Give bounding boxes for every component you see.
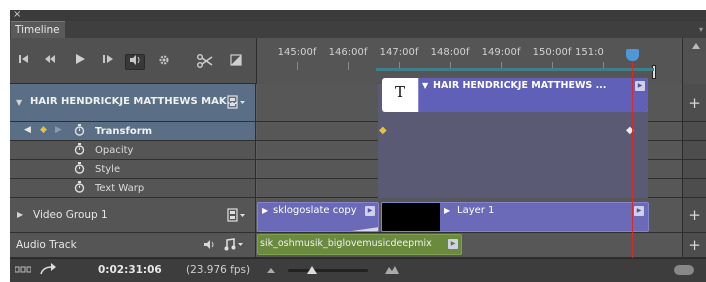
- property-label[interactable]: Opacity: [10, 141, 256, 159]
- work-area-bar[interactable]: [376, 68, 654, 71]
- zoom-slider-track[interactable]: [288, 269, 368, 272]
- panel-menu-icon[interactable]: ▾: [699, 25, 703, 34]
- zoom-in-icon[interactable]: [384, 263, 400, 278]
- status-bar: 0:02:31:06 (23.976 fps): [10, 258, 706, 282]
- stopwatch-icon[interactable]: [74, 124, 85, 139]
- expand-triangle-icon[interactable]: ▶: [262, 206, 268, 215]
- ruler-tick-label: 151:0: [575, 47, 604, 58]
- track-header[interactable]: ▶ Video Group 1: [10, 198, 256, 232]
- keyframe-diamond-icon[interactable]: ◆: [40, 125, 47, 135]
- stopwatch-icon[interactable]: [74, 181, 85, 196]
- row-gutter: [682, 179, 706, 197]
- frame-rate: (23.976 fps): [186, 264, 251, 276]
- split-at-playhead-scissors-icon[interactable]: [194, 54, 216, 70]
- ruler-tick-label: 150:00f: [532, 47, 572, 58]
- previous-frame-icon[interactable]: [40, 54, 60, 70]
- track-header[interactable]: ▼ HAIR HENDRICKJE MATTHEWS MAK...: [10, 84, 256, 121]
- clip-options-icon[interactable]: ▶: [635, 81, 645, 91]
- property-row-opacity: Opacity: [10, 141, 706, 160]
- row-gutter: [682, 160, 706, 178]
- transition-icon[interactable]: [226, 54, 246, 70]
- property-label[interactable]: Text Warp: [10, 179, 256, 197]
- track-header[interactable]: Audio Track: [10, 233, 256, 257]
- convert-to-frame-animation-icon[interactable]: [40, 263, 56, 278]
- clip-options-icon[interactable]: ▶: [365, 206, 375, 216]
- stopwatch-icon[interactable]: [74, 143, 85, 158]
- keyframe-marker[interactable]: ◆: [379, 125, 387, 136]
- clip-name: sik_oshmusik_biglovemusicdeepmix: [260, 238, 432, 249]
- track-name: HAIR HENDRICKJE MATTHEWS MAK...: [30, 96, 238, 107]
- property-name: Opacity: [95, 145, 134, 156]
- zoom-out-icon[interactable]: [266, 264, 276, 277]
- video-clip[interactable]: ▶ sklogoslate copy ▶: [257, 202, 379, 232]
- add-media-button[interactable]: +: [682, 198, 706, 232]
- playhead-handle[interactable]: [626, 49, 639, 61]
- ruler-tick-label: 146:00f: [328, 47, 368, 58]
- audio-note-icon[interactable]: [224, 238, 246, 254]
- current-timecode[interactable]: 0:02:31:06: [98, 264, 162, 276]
- clip-name: Layer 1: [457, 205, 495, 216]
- render-video-icon[interactable]: [14, 266, 32, 277]
- film-strip-icon[interactable]: [227, 208, 247, 225]
- video-clip[interactable]: ▶ Layer 1 ▶: [381, 202, 649, 232]
- property-name: Transform: [95, 126, 153, 137]
- next-keyframe-icon[interactable]: ▶: [55, 125, 62, 135]
- property-row-text-warp: Text Warp: [10, 179, 706, 198]
- property-name: Text Warp: [95, 183, 145, 194]
- property-timeline: ◆ ◆: [257, 122, 682, 141]
- clip-header: ▼ HAIR HENDRICKJE MATTHEWS ... ▶: [418, 78, 648, 112]
- row-gutter: [682, 141, 706, 159]
- audio-volume-icon[interactable]: [203, 239, 215, 253]
- panel-top-strip: [10, 10, 706, 21]
- stopwatch-icon[interactable]: [74, 162, 85, 177]
- settings-gear-icon[interactable]: [154, 54, 174, 70]
- text-thumbnail: T: [394, 83, 405, 101]
- transport-controls: [10, 38, 256, 84]
- mute-audio-icon[interactable]: [125, 54, 145, 70]
- clip-options-icon[interactable]: ▶: [448, 239, 458, 249]
- timeline-panel: × Timeline ▾ 145:00f 146:00f 147:00f 148…: [10, 10, 706, 282]
- property-timeline: [257, 179, 682, 198]
- scroll-up-arrow-icon[interactable]: [692, 43, 700, 51]
- property-label[interactable]: ◀ ◆ ▶ Transform: [10, 122, 256, 140]
- text-layer-clip[interactable]: T ▼ HAIR HENDRICKJE MATTHEWS ... ▶: [382, 78, 648, 112]
- fade-transition-icon: [352, 227, 378, 231]
- track-name: Audio Track: [16, 239, 77, 251]
- ruler-tick-label: 148:00f: [430, 47, 470, 58]
- property-row-transform: ◀ ◆ ▶ Transform ◆ ◆: [10, 122, 706, 141]
- panel-tab-bar: [10, 21, 706, 38]
- ruler-tick-label: 147:00f: [379, 47, 419, 58]
- scroll-thumb[interactable]: [674, 265, 694, 275]
- ruler-tick-label: 149:00f: [481, 47, 521, 58]
- tab-timeline[interactable]: Timeline: [11, 21, 65, 38]
- zoom-slider-thumb[interactable]: [307, 266, 317, 277]
- audio-clip[interactable]: sik_oshmusik_biglovemusicdeepmix ▶: [257, 234, 462, 255]
- ruler-tick-label: 145:00f: [277, 47, 317, 58]
- expand-triangle-icon[interactable]: ▶: [17, 210, 23, 219]
- add-media-button[interactable]: +: [682, 233, 706, 257]
- row-gutter: [682, 122, 706, 140]
- play-icon[interactable]: [70, 54, 90, 70]
- go-to-first-frame-icon[interactable]: [14, 54, 34, 70]
- close-panel-icon[interactable]: ×: [13, 10, 21, 20]
- track-name: Video Group 1: [33, 209, 108, 221]
- clip-name: HAIR HENDRICKJE MATTHEWS ...: [433, 80, 607, 91]
- property-timeline: [257, 160, 682, 179]
- expand-triangle-icon[interactable]: ▶: [444, 206, 450, 215]
- expand-triangle-icon[interactable]: ▼: [422, 81, 428, 90]
- property-name: Style: [95, 164, 121, 175]
- next-frame-icon[interactable]: [98, 54, 118, 70]
- property-label[interactable]: Style: [10, 160, 256, 178]
- add-media-button[interactable]: +: [682, 84, 706, 121]
- property-row-style: Style: [10, 160, 706, 179]
- previous-keyframe-icon[interactable]: ◀: [24, 125, 31, 135]
- clip-name: sklogoslate copy: [273, 205, 357, 216]
- film-strip-icon[interactable]: [227, 95, 247, 112]
- clip-options-icon[interactable]: ▶: [634, 206, 644, 216]
- collapse-triangle-icon[interactable]: ▼: [16, 98, 22, 107]
- clip-thumbnail: [382, 203, 440, 231]
- playhead-line: [632, 50, 633, 258]
- property-timeline: [257, 141, 682, 160]
